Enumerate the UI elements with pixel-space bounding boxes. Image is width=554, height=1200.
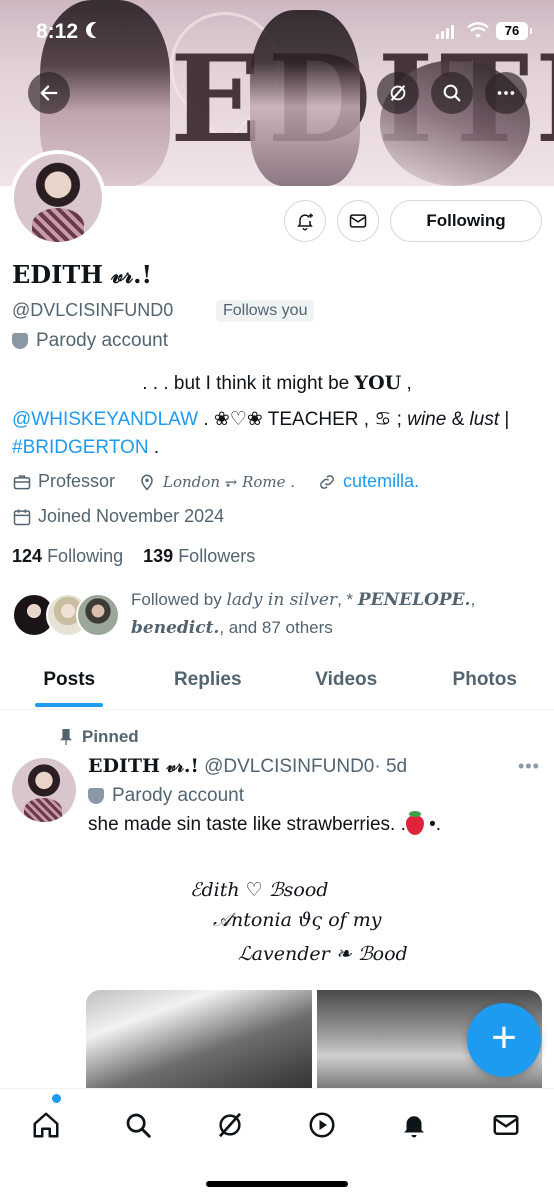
avatar [76,593,120,637]
parody-mask-icon [12,333,28,349]
follows-you-badge: Follows you [216,300,315,322]
notifications-icon [404,1116,424,1138]
more-icon [497,91,515,95]
explore-icon [126,1113,151,1138]
wifi-icon [467,22,489,38]
grok-icon [218,1112,242,1138]
status-bar: 8:12 76 [0,0,554,62]
post-verse-2: 𝒜ntonia ϑς of my [213,909,382,931]
pinned-text: Pinned [82,727,139,746]
location-icon [141,474,153,491]
search-icon [443,84,461,102]
briefcase-icon [13,474,31,489]
location-text: London ⥅ Rome . [163,472,296,491]
grok-button[interactable] [377,72,419,114]
home-indicator [206,1181,348,1187]
followed-by-text[interactable]: Followed by lady in silver, * PENELOPE.,… [131,586,541,642]
back-arrow-icon [40,85,58,101]
tab-replies[interactable]: Replies [139,656,278,709]
grok-icon [390,85,406,101]
bio-text: wine [407,409,447,430]
profile-tabs: Posts Replies Videos Photos [0,656,554,710]
notifications-toggle-button[interactable] [284,200,326,242]
follow-counts: 124 Following 139 Followers [12,546,255,567]
more-button[interactable] [485,72,527,114]
bio-text: . [148,437,160,458]
post-header: EDITH 𝓋𝓇.! @DVLCISINFUND0· 5d [88,755,407,778]
tab-videos[interactable]: Videos [277,656,416,709]
tab-photos[interactable]: Photos [416,656,554,709]
tab-posts[interactable]: Posts [0,656,139,709]
message-button[interactable] [337,200,379,242]
bio-line-2: @WHISKEYANDLAW . ❀♡❀ TEACHER , ♋ ; wine … [12,406,542,462]
bio-text: & [446,409,470,430]
battery-indicator: 76 [496,22,532,40]
bio-text: lust [469,409,500,430]
post-parody-label: Parody account [88,785,244,807]
post-author-name[interactable]: EDITH 𝓋𝓇.! [88,755,199,777]
post-avatar[interactable] [12,758,76,822]
link-icon [320,474,334,489]
calendar-icon [13,509,31,525]
nav-home[interactable] [24,1103,68,1147]
joined-text: Joined November 2024 [38,506,225,526]
bio-text: , [401,373,412,394]
bell-plus-icon [297,213,313,231]
cellular-signal-icon [436,25,454,39]
home-icon [33,1112,59,1138]
mail-icon [349,214,367,228]
post-text: she made sin taste like strawberries. . … [88,810,442,835]
parody-mask-icon [88,788,104,804]
profile-meta: Professor London ⥅ Rome . cutemilla. [12,471,419,492]
nav-notifications[interactable] [392,1103,436,1147]
status-time: 8:12 [36,20,79,43]
followers-count-link[interactable]: 139 Followers [143,546,255,566]
home-unread-dot [52,1094,61,1103]
parody-text: Parody account [112,785,245,806]
bio-text: . ❀♡❀ TEACHER , ♋ ; [198,409,408,430]
post-verse-1: ℰdith ♡ ℬsood [190,879,329,901]
post-author-handle: @DVLCISINFUND0 [204,756,375,777]
joined-row: Joined November 2024 [12,506,224,527]
bio-mention-link[interactable]: @WHISKEYANDLAW [12,409,198,430]
strawberry-icon [405,810,424,835]
messages-icon [493,1115,519,1135]
post-more-button[interactable]: ••• [518,756,540,777]
search-button[interactable] [431,72,473,114]
post-time: · 5d [374,756,408,777]
video-icon [309,1112,335,1138]
bio-line-1: . . . but I think it might be YOU , [0,372,554,395]
following-button[interactable]: Following [390,200,542,242]
moon-icon [91,22,107,38]
back-button[interactable] [28,72,70,114]
bio-bold: YOU [354,372,402,394]
followed-by-avatars[interactable] [12,593,122,639]
nav-messages[interactable] [484,1103,528,1147]
pinned-label: Pinned [60,727,139,747]
bio-text: | [499,409,510,430]
post-verse-3: ℒavender ❧ ℬood [238,943,408,965]
following-count-link[interactable]: 124 Following [12,546,123,566]
profile-avatar[interactable] [10,150,106,246]
nav-grok[interactable] [208,1103,252,1147]
bio-hashtag-link[interactable]: #BRIDGERTON [12,437,149,458]
compose-button[interactable]: + [467,1003,541,1077]
post-image-1[interactable] [86,990,312,1100]
profile-handle: @DVLCISINFUND0 [12,300,174,320]
profile-name: EDITH 𝓋𝓇.! [12,260,152,289]
nav-video[interactable] [300,1103,344,1147]
parody-text: Parody account [36,330,169,351]
pin-icon [60,729,72,745]
website-link[interactable]: cutemilla. [343,471,419,492]
bio-text: . . . but I think it might be [142,373,355,394]
parody-label: Parody account [12,330,168,352]
nav-explore[interactable] [116,1103,160,1147]
profession-text: Professor [38,471,116,491]
